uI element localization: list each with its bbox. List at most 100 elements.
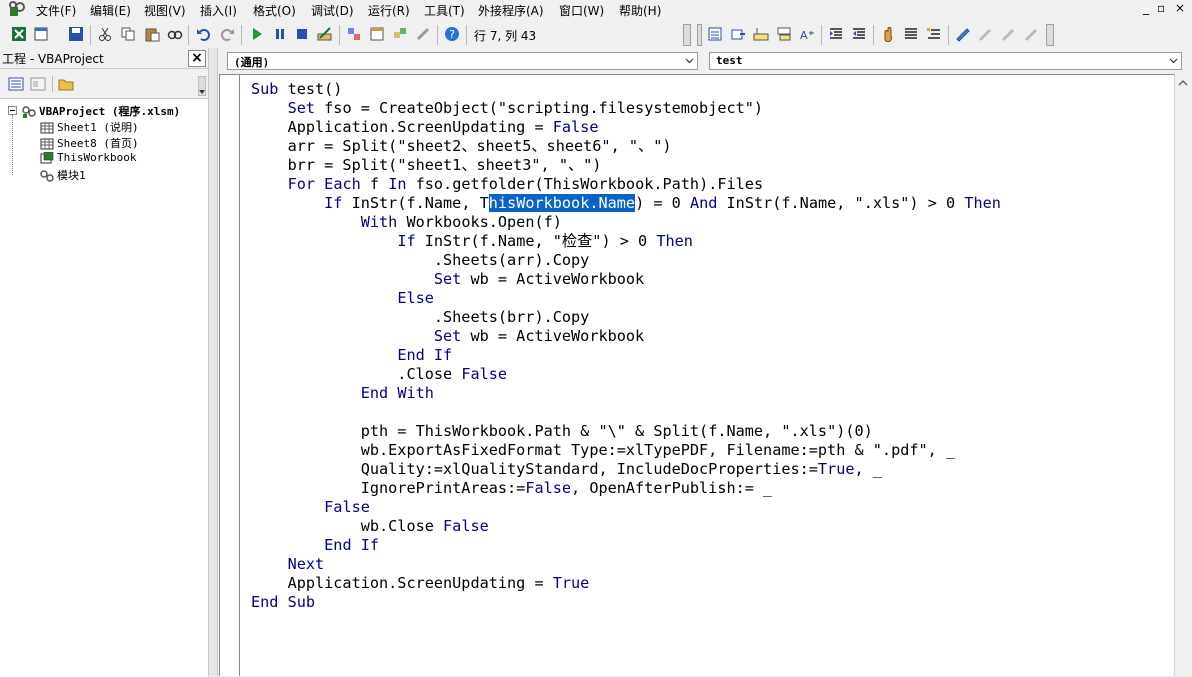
- view-object-icon[interactable]: [30, 76, 46, 92]
- code-line: If InStr(f.Name, "检查") > 0 Then: [397, 232, 693, 250]
- indicator-margin[interactable]: [220, 75, 240, 676]
- excel-view-icon[interactable]: [11, 26, 27, 42]
- code-line: End With: [251, 384, 434, 402]
- indent-icon[interactable]: [828, 26, 844, 42]
- keyword-token: False: [461, 365, 508, 383]
- edit-toolbar-overflow-grip[interactable]: [1046, 24, 1054, 46]
- complete-word-icon[interactable]: A: [799, 26, 815, 42]
- reset-icon[interactable]: [294, 26, 310, 42]
- keyword-token: In: [388, 175, 407, 193]
- help-icon[interactable]: ?: [444, 26, 460, 42]
- worksheet-icon: [40, 122, 54, 134]
- tree-item-sheet1[interactable]: Sheet1 (说明): [40, 119, 139, 135]
- menu-edit[interactable]: 编辑(E): [90, 2, 131, 19]
- menu-help[interactable]: 帮助(H): [619, 2, 661, 19]
- menu-window[interactable]: 窗口(W): [559, 2, 604, 19]
- save-icon[interactable]: [68, 26, 84, 42]
- collapse-toggle-icon[interactable]: [8, 106, 17, 115]
- run-icon[interactable]: [249, 26, 265, 42]
- project-tree: VBAProject (程序.xlsm) Sheet1 (说明) Sheet8 …: [0, 98, 208, 677]
- keyword-token: False: [525, 479, 572, 497]
- object-combobox[interactable]: (通用): [227, 52, 698, 70]
- paste-icon[interactable]: [144, 26, 160, 42]
- code-line: .Close False: [251, 365, 508, 383]
- uncomment-block-icon[interactable]: [926, 26, 942, 42]
- code-segment: ) = 0 And InStr(f.Name, ".xls") > 0 Then: [635, 194, 1001, 212]
- menu-insert[interactable]: 插入(I): [200, 2, 237, 19]
- properties-window-icon[interactable]: [369, 26, 385, 42]
- menu-run[interactable]: 运行(R): [368, 2, 410, 19]
- previous-bookmark-icon[interactable]: [1000, 26, 1016, 42]
- view-code-icon[interactable]: [8, 76, 24, 92]
- toggle-bookmark-icon[interactable]: [955, 26, 971, 42]
- code-line: wb.Close False: [251, 517, 489, 535]
- code-text[interactable]: Sub test() Set fso = CreateObject("scrip…: [251, 80, 1001, 612]
- code-line: .Sheets(arr).Copy: [251, 251, 590, 269]
- menu-debug[interactable]: 调试(D): [311, 2, 354, 19]
- menu-view[interactable]: 视图(V): [144, 2, 186, 19]
- keyword-token: If: [433, 346, 453, 364]
- tree-item-label: Sheet1 (说明): [57, 121, 139, 134]
- list-constants-icon[interactable]: [730, 26, 746, 42]
- outdent-icon[interactable]: [851, 26, 867, 42]
- toggle-folders-icon[interactable]: [58, 76, 74, 92]
- vertical-scrollbar[interactable]: [1174, 74, 1192, 676]
- close-window-button[interactable]: ×: [1175, 1, 1185, 15]
- workbook-icon: [40, 152, 54, 164]
- restore-button[interactable]: ▫: [1157, 1, 1165, 15]
- selected-text[interactable]: hisWorkbook.Name: [488, 194, 636, 212]
- menu-file[interactable]: 文件(F): [36, 2, 76, 19]
- keyword-token: With: [397, 384, 434, 402]
- standard-toolbar: ? 行 7, 列 43 A: [0, 22, 1192, 48]
- keyword-token: End: [324, 536, 352, 554]
- comment-block-icon[interactable]: [903, 26, 919, 42]
- chevron-down-icon: [1169, 58, 1178, 64]
- undo-icon[interactable]: [196, 26, 212, 42]
- code-line: .Sheets(brr).Copy: [251, 308, 590, 326]
- procedure-combobox-value: test: [716, 54, 743, 67]
- code-line: Application.ScreenUpdating = False: [251, 118, 599, 136]
- object-browser-icon[interactable]: [392, 26, 408, 42]
- menu-tools[interactable]: 工具(T): [424, 2, 465, 19]
- menu-format[interactable]: 格式(O): [253, 2, 296, 19]
- clear-bookmarks-icon[interactable]: [1023, 26, 1039, 42]
- design-mode-icon[interactable]: [317, 26, 333, 42]
- code-line: Next: [251, 555, 325, 573]
- parameter-info-icon[interactable]: [776, 26, 792, 42]
- toolbox-icon[interactable]: [415, 26, 431, 42]
- cut-icon[interactable]: [97, 26, 113, 42]
- keyword-token: False: [552, 118, 599, 136]
- toolbar-overflow-grip[interactable]: [683, 24, 691, 46]
- code-line: wb.ExportAsFixedFormat Type:=xlTypePDF, …: [251, 441, 956, 459]
- tree-item-vbaproject[interactable]: VBAProject (程序.xlsm): [22, 103, 180, 119]
- code-line: End If: [251, 346, 452, 364]
- keyword-token: False: [324, 498, 370, 516]
- scroll-up-icon[interactable]: [1178, 78, 1188, 88]
- code-segment: If InStr(f.Name, T: [324, 194, 489, 212]
- object-combobox-value: (通用): [234, 56, 270, 69]
- keyword-token: And: [689, 194, 718, 212]
- menu-addins[interactable]: 外接程序(A): [478, 2, 544, 19]
- tree-item-thisworkbook[interactable]: ThisWorkbook: [40, 151, 136, 164]
- pane-splitter[interactable]: [208, 48, 218, 676]
- find-icon[interactable]: [167, 26, 183, 42]
- break-icon[interactable]: [272, 26, 288, 42]
- redo-icon[interactable]: [219, 26, 235, 42]
- edit-toolbar-grip[interactable]: [697, 24, 702, 46]
- code-editor[interactable]: Sub test() Set fso = CreateObject("scrip…: [219, 74, 1174, 676]
- quick-info-icon[interactable]: [753, 26, 769, 42]
- copy-icon[interactable]: [120, 26, 136, 42]
- next-bookmark-icon[interactable]: [977, 26, 993, 42]
- tree-item-module1[interactable]: 模块1: [40, 167, 86, 183]
- insert-module-icon[interactable]: [34, 26, 50, 42]
- keyword-token: Else: [397, 289, 434, 307]
- toggle-breakpoint-icon[interactable]: [880, 26, 896, 42]
- list-properties-icon[interactable]: [707, 26, 723, 42]
- keyword-token: False: [443, 517, 489, 535]
- tree-item-sheet8[interactable]: Sheet8 (首页): [40, 135, 139, 151]
- procedure-combobox[interactable]: test: [709, 52, 1182, 70]
- close-project-explorer-button[interactable]: ×: [188, 50, 206, 67]
- minimize-button[interactable]: _: [1143, 1, 1149, 15]
- project-explorer-icon[interactable]: [346, 26, 362, 42]
- project-toolbar-scroll-icon[interactable]: [198, 76, 206, 96]
